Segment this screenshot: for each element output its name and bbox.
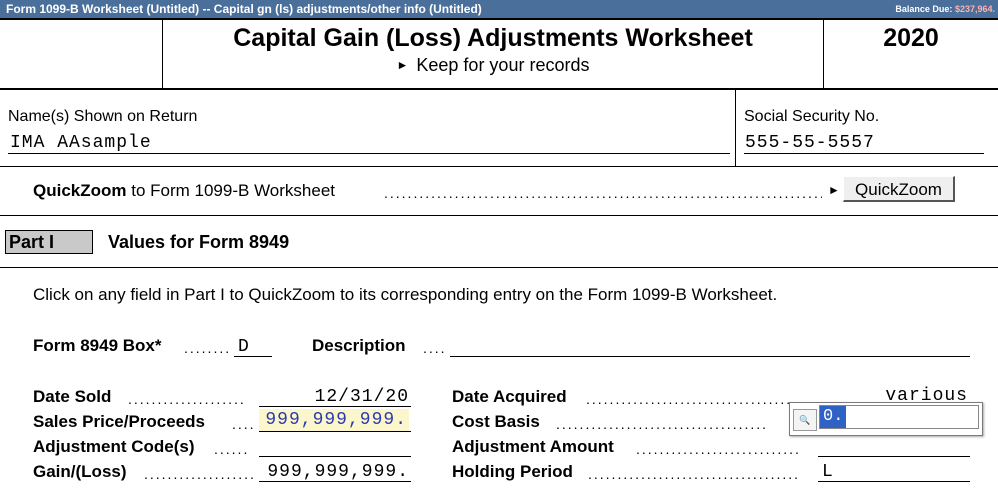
part-title: Values for Form 8949: [108, 232, 290, 252]
part-instruction: Click on any field in Part I to QuickZoo…: [33, 285, 778, 304]
leader-dots: ...................: [144, 466, 256, 482]
box-label: Form 8949 Box*: [33, 336, 162, 355]
holding-period-underline: [818, 481, 970, 482]
magnifier-icon[interactable]: 🔍: [793, 409, 817, 431]
description-field-underline: [450, 356, 970, 357]
worksheet-subtitle-text: Keep for your records: [416, 55, 590, 75]
cost-basis-label: Cost Basis: [452, 412, 540, 431]
sales-price-underline: [259, 431, 411, 432]
box-field[interactable]: D: [234, 337, 274, 357]
date-acquired-label: Date Acquired: [452, 387, 567, 406]
balance-due-amount: $237,964.: [954, 4, 995, 14]
adj-code-underline: [259, 456, 411, 457]
gain-underline: [259, 481, 411, 482]
date-sold-label: Date Sold: [33, 387, 112, 406]
window-title: Form 1099-B Worksheet (Untitled) -- Capi…: [6, 2, 482, 16]
leader-dots: ......: [214, 441, 250, 457]
ssn-label: Social Security No.: [744, 108, 880, 125]
leader-dots: ............................: [636, 441, 801, 457]
leader-dots: ....................................: [556, 416, 769, 432]
date-sold-underline: [259, 406, 411, 407]
cost-basis-field[interactable]: 0.: [820, 406, 847, 428]
adj-amount-underline: [818, 456, 970, 457]
ssn-field-underline: [744, 153, 984, 154]
quickzoom-label-bold: QuickZoom: [33, 181, 127, 200]
adj-amount-label: Adjustment Amount: [452, 437, 614, 456]
name-label: Name(s) Shown on Return: [8, 108, 198, 125]
name-row-rule: [0, 166, 998, 167]
sales-price-label: Sales Price/Proceeds: [33, 412, 206, 431]
gain-field[interactable]: 999,999,999.: [259, 462, 409, 482]
header-top-rule: [0, 18, 998, 20]
cost-basis-edit-popup[interactable]: 🔍 0.: [789, 402, 983, 436]
date-sold-field[interactable]: 12/31/20: [259, 387, 409, 407]
leader-dots: ........................................…: [384, 185, 822, 201]
cost-basis-input[interactable]: 0.: [819, 405, 979, 429]
quickzoom-button[interactable]: QuickZoom: [843, 176, 955, 202]
holding-period-label: Holding Period: [452, 462, 573, 481]
balance-due-label: Balance Due:: [895, 4, 953, 14]
quickzoom-label-text: to Form 1099-B Worksheet: [126, 181, 336, 200]
adj-code-label: Adjustment Code(s): [33, 437, 195, 456]
part-rule: [0, 267, 998, 268]
part-label: Part I: [5, 230, 93, 254]
header-bottom-rule: [0, 88, 998, 90]
pointer-triangle-icon: ►: [396, 58, 409, 72]
description-label: Description: [312, 336, 406, 355]
window-title-bar: Form 1099-B Worksheet (Untitled) -- Capi…: [0, 0, 998, 18]
name-ssn-divider: [735, 90, 736, 167]
leader-dots: .........: [184, 340, 232, 356]
balance-due: Balance Due: $237,964.: [895, 4, 995, 14]
leader-dots: ....: [232, 416, 256, 432]
pointer-triangle-icon: ►: [828, 183, 840, 197]
gain-label: Gain/(Loss): [33, 462, 127, 481]
holding-period-field[interactable]: L: [818, 462, 972, 482]
box-field-underline: [234, 356, 272, 357]
worksheet-subtitle: ► Keep for your records: [163, 55, 823, 76]
leader-dots: ....................................: [586, 391, 799, 407]
leader-dots: ....................................: [588, 466, 801, 482]
worksheet-title: Capital Gain (Loss) Adjustments Workshee…: [233, 24, 753, 52]
tax-year: 2020: [883, 24, 939, 52]
sales-price-field[interactable]: 999,999,999.: [259, 409, 409, 431]
leader-dots: ....: [423, 340, 447, 356]
section-rule: [0, 215, 998, 216]
quickzoom-label: QuickZoom to Form 1099-B Worksheet: [33, 181, 335, 201]
leader-dots: ....................: [128, 391, 246, 407]
name-field-underline: [8, 153, 730, 154]
ssn-field[interactable]: 555-55-5557: [745, 133, 875, 153]
name-field[interactable]: IMA AAsample: [10, 133, 152, 153]
